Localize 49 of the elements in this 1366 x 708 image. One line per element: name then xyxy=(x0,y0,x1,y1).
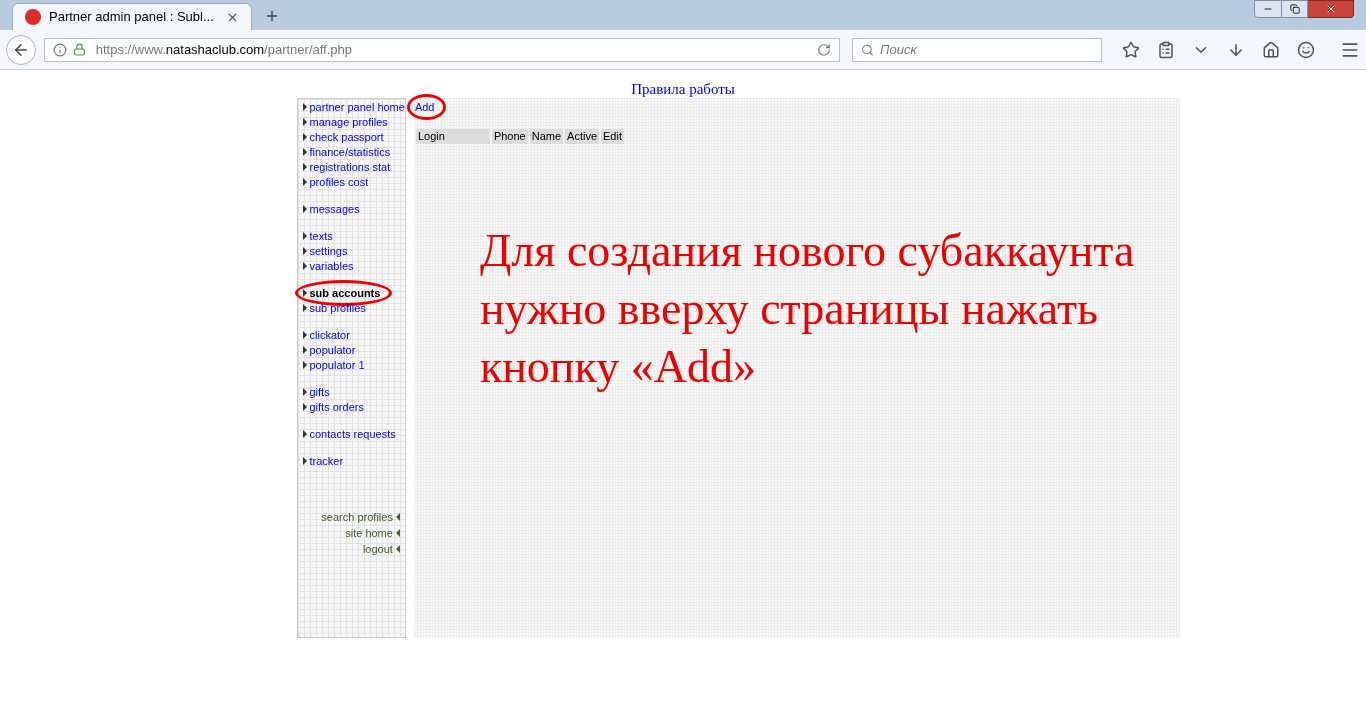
menu-item[interactable]: clickator xyxy=(302,328,350,342)
menu-item[interactable]: sub accounts xyxy=(302,286,381,300)
menu-item[interactable]: variables xyxy=(302,259,354,273)
menu-item[interactable]: gifts orders xyxy=(302,400,364,414)
reading-list-icon[interactable] xyxy=(1157,40,1175,59)
new-tab-icon[interactable] xyxy=(264,8,280,24)
close-button[interactable] xyxy=(1308,0,1354,18)
search-icon xyxy=(861,42,875,57)
column-header: Active xyxy=(565,129,600,144)
search-input[interactable]: Поиск xyxy=(880,39,1093,60)
reload-icon[interactable] xyxy=(817,42,832,57)
menu-item[interactable]: messages xyxy=(302,202,360,216)
search-field[interactable]: Поиск xyxy=(852,37,1102,62)
footer-link[interactable]: search profiles xyxy=(321,509,400,525)
footer-link[interactable]: logout xyxy=(362,541,400,557)
back-button[interactable] xyxy=(6,34,36,65)
menu-item[interactable]: settings xyxy=(302,244,348,258)
smiley-icon[interactable] xyxy=(1297,40,1315,59)
menu-item[interactable]: profiles cost xyxy=(302,175,369,189)
menu-item[interactable]: finance/statistics xyxy=(302,145,391,159)
menu-item[interactable]: registrations stat xyxy=(302,160,391,174)
menu-item[interactable]: check passport xyxy=(302,130,384,144)
column-header: Login xyxy=(415,129,490,144)
add-link[interactable]: Add xyxy=(414,100,435,114)
home-icon[interactable] xyxy=(1262,40,1280,59)
menu-item[interactable]: populator xyxy=(302,343,356,357)
tab-title: Partner admin panel : Subl... xyxy=(49,8,215,27)
bookmark-star-icon[interactable] xyxy=(1122,40,1140,59)
column-header: Name xyxy=(529,129,564,144)
column-header: Phone xyxy=(491,129,528,144)
rules-link[interactable]: Правила работы xyxy=(631,80,735,98)
menu-item[interactable]: manage profiles xyxy=(302,115,388,129)
column-header: Edit xyxy=(601,129,624,144)
menu-item[interactable]: tracker xyxy=(302,454,344,468)
footer-link[interactable]: site home xyxy=(345,525,400,541)
menu-item[interactable]: populator 1 xyxy=(302,358,365,372)
menu-item[interactable]: texts xyxy=(302,229,333,243)
lock-icon xyxy=(72,43,86,56)
menu-item[interactable]: gifts xyxy=(302,385,330,399)
menu-item[interactable]: partner panel home xyxy=(302,100,405,114)
restore-icon xyxy=(1289,4,1300,14)
url-field[interactable]: https://www.natashaclub.com/partner/aff.php xyxy=(43,37,841,62)
site-logo-icon xyxy=(25,9,41,25)
restore-button[interactable] xyxy=(1282,0,1308,18)
info-icon[interactable] xyxy=(52,42,67,57)
browser-tab[interactable]: Partner admin panel : Subl... xyxy=(12,3,252,30)
url-text: https://www.natashaclub.com/partner/aff.php xyxy=(95,40,354,59)
menu-item[interactable]: contacts requests xyxy=(302,427,396,441)
annotation-text: Для создания нового субаккаунта нужно вверху страницы нажать кнопку «Add» xyxy=(479,224,1136,394)
